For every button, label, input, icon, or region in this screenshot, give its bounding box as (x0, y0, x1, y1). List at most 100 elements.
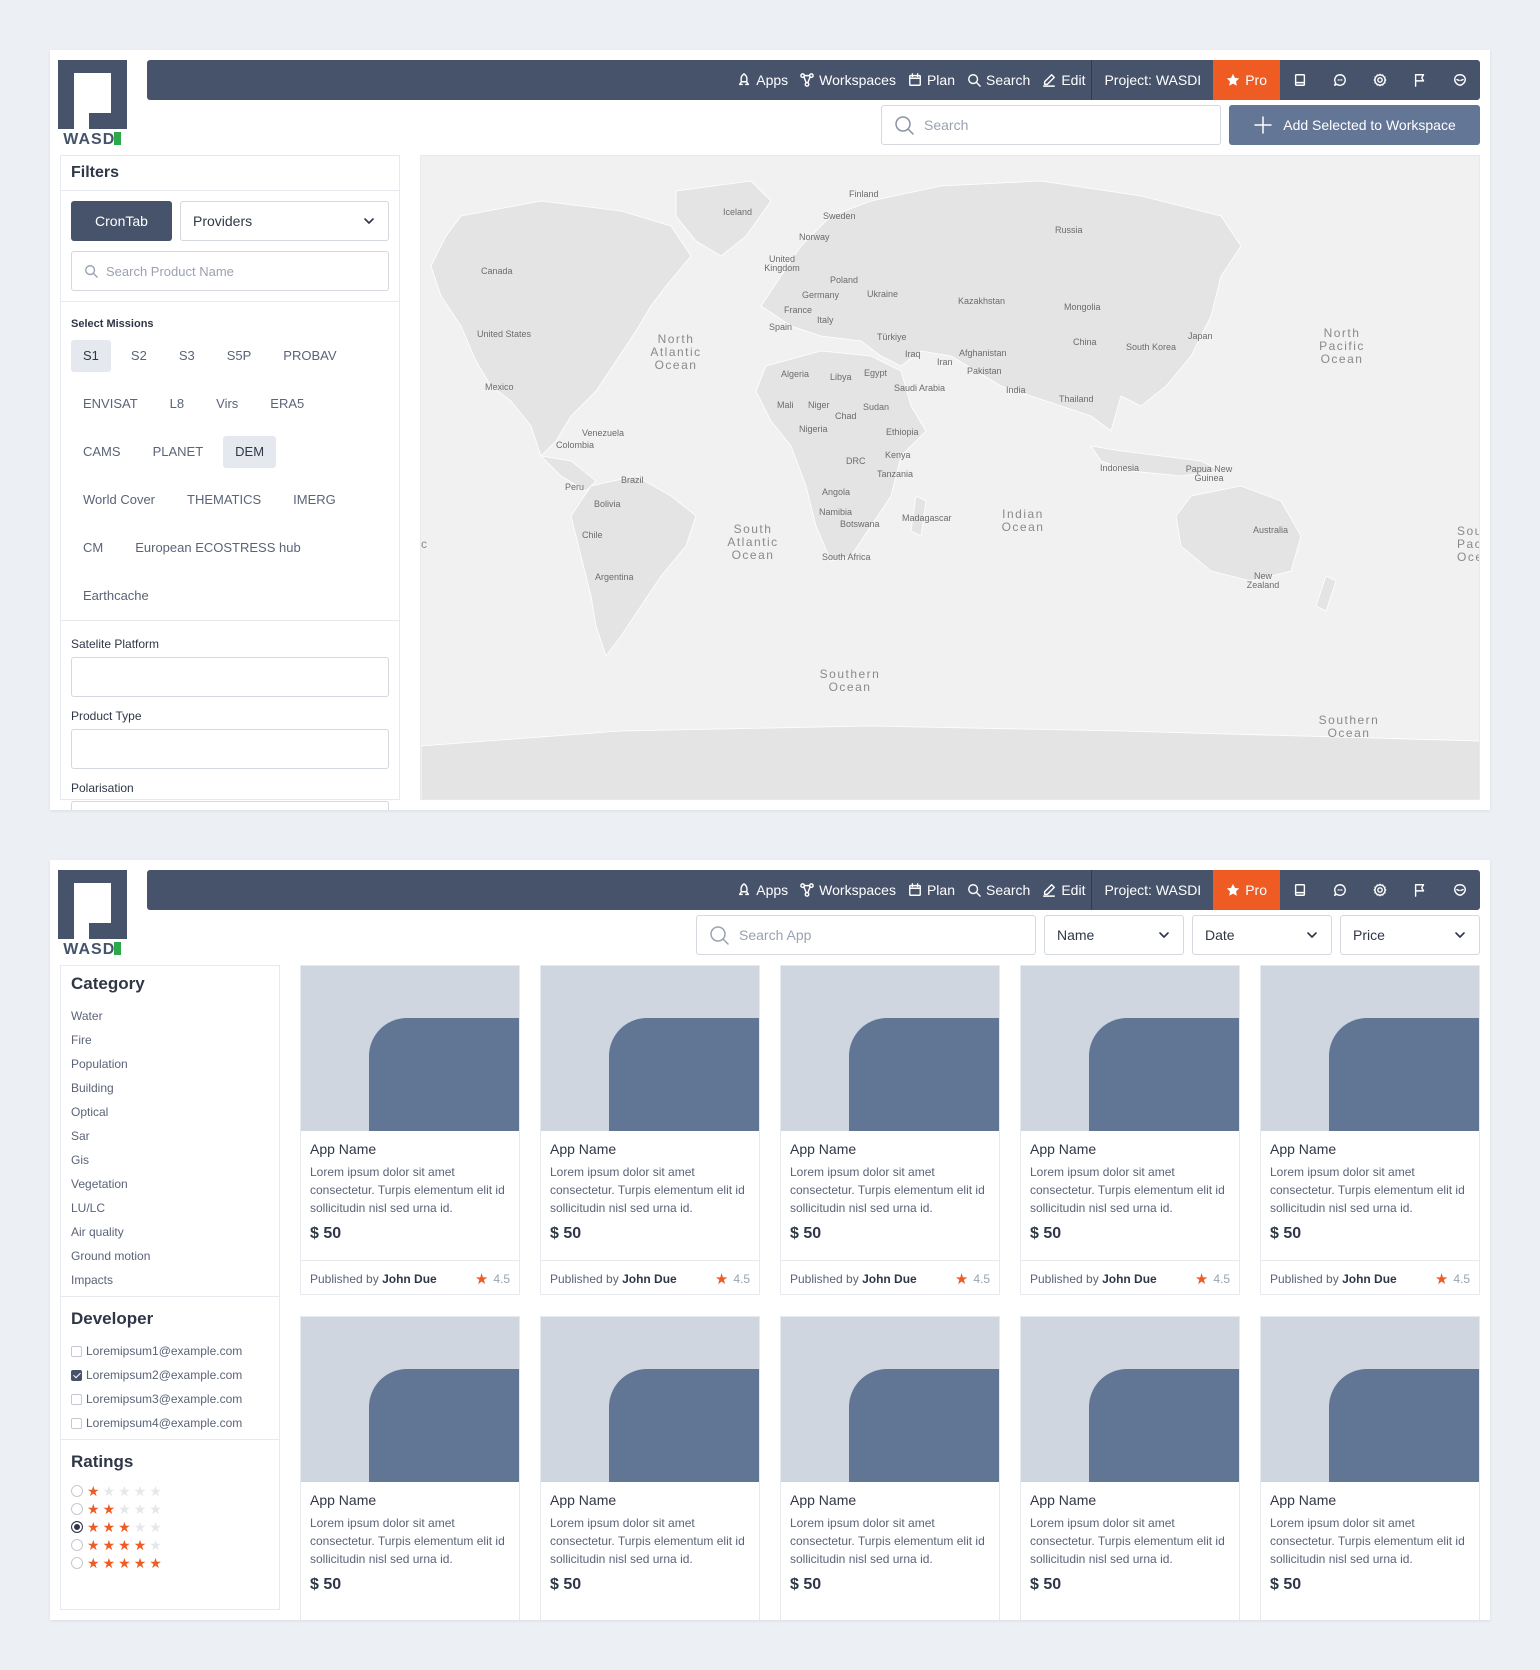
nav-docs[interactable] (1280, 60, 1320, 100)
radio[interactable] (71, 1557, 83, 1569)
radio[interactable] (71, 1485, 83, 1497)
mission-chip[interactable]: S3 (167, 340, 207, 372)
mission-chip[interactable]: THEMATICS (175, 484, 273, 516)
nav-profile[interactable] (1440, 870, 1480, 910)
nav-edit[interactable]: Edit (1036, 870, 1091, 910)
radio[interactable] (71, 1521, 83, 1533)
nav-apps[interactable]: Apps (731, 60, 794, 100)
category-item[interactable]: Sar (61, 1124, 279, 1148)
rating-option[interactable]: ★ ★ ★ ★ ★ (61, 1500, 279, 1518)
radio[interactable] (71, 1539, 83, 1551)
nav-workspaces[interactable]: Workspaces (794, 870, 902, 910)
mission-chip[interactable]: PROBAV (271, 340, 348, 372)
category-item[interactable]: Fire (61, 1028, 279, 1052)
mission-chip[interactable]: S1 (71, 340, 111, 372)
nav-edit[interactable]: Edit (1036, 60, 1091, 100)
checkbox[interactable] (71, 1393, 82, 1405)
mission-chip[interactable]: CM (71, 532, 115, 564)
category-item[interactable]: Impacts (61, 1268, 279, 1292)
sort-name-select[interactable]: Name (1044, 915, 1184, 955)
wasdi-logo[interactable]: WASDI (58, 870, 127, 956)
providers-select[interactable]: Providers (180, 201, 389, 241)
app-card[interactable]: App Name Lorem ipsum dolor sit amet conse… (540, 965, 760, 1295)
nav-flag[interactable] (1400, 870, 1440, 910)
nav-search[interactable]: Search (961, 60, 1036, 100)
app-card[interactable]: App Name Lorem ipsum dolor sit amet conse… (780, 965, 1000, 1295)
mission-chip[interactable]: ERA5 (258, 388, 316, 420)
checkbox[interactable] (71, 1369, 82, 1381)
app-card[interactable]: App Name Lorem ipsum dolor sit amet conse… (780, 1316, 1000, 1620)
satellite-platform-input[interactable] (71, 657, 389, 697)
app-card[interactable]: App Name Lorem ipsum dolor sit amet conse… (540, 1316, 760, 1620)
nav-workspaces[interactable]: Workspaces (794, 60, 902, 100)
crontab-button[interactable]: CronTab (71, 201, 172, 241)
mission-chip[interactable]: DEM (223, 436, 277, 468)
developer-option[interactable]: Loremipsum3@example.com (61, 1387, 279, 1411)
category-item[interactable]: Gis (61, 1148, 279, 1172)
developer-option[interactable]: Loremipsum4@example.com (61, 1411, 279, 1435)
category-item[interactable]: Building (61, 1076, 279, 1100)
rating-option[interactable]: ★ ★ ★ ★ ★ (61, 1554, 279, 1572)
nav-apps[interactable]: Apps (731, 870, 794, 910)
mission-chip[interactable]: Virs (204, 388, 250, 420)
category-item[interactable]: Optical (61, 1100, 279, 1124)
developer-option[interactable]: Loremipsum2@example.com (61, 1363, 279, 1387)
app-card[interactable]: App Name Lorem ipsum dolor sit amet conse… (1260, 1316, 1480, 1620)
divider (61, 620, 399, 621)
polarisation-input[interactable] (71, 801, 389, 810)
add-selected-to-workspace-button[interactable]: Add Selected to Workspace (1229, 105, 1480, 145)
nav-pro[interactable]: Pro (1213, 870, 1280, 910)
mission-chip[interactable]: S5P (215, 340, 264, 372)
nav-project[interactable]: Project: WASDI (1092, 870, 1213, 910)
checkbox[interactable] (71, 1417, 82, 1429)
sort-date-select[interactable]: Date (1192, 915, 1332, 955)
nav-settings[interactable] (1360, 60, 1400, 100)
category-item[interactable]: Air quality (61, 1220, 279, 1244)
search-app-input[interactable]: Search App (696, 915, 1036, 955)
rating-option[interactable]: ★ ★ ★ ★ ★ (61, 1536, 279, 1554)
sort-price-select[interactable]: Price (1340, 915, 1480, 955)
mission-chip[interactable]: L8 (158, 388, 196, 420)
product-name-search[interactable]: Search Product Name (71, 251, 389, 291)
mission-chip[interactable]: European ECOSTRESS hub (123, 532, 312, 564)
rating-option[interactable]: ★ ★ ★ ★ ★ (61, 1518, 279, 1536)
mission-chip[interactable]: CAMS (71, 436, 133, 468)
nav-docs[interactable] (1280, 870, 1320, 910)
checkbox[interactable] (71, 1345, 82, 1357)
app-card[interactable]: App Name Lorem ipsum dolor sit amet conse… (1260, 965, 1480, 1295)
category-item[interactable]: Vegetation (61, 1172, 279, 1196)
nav-pro[interactable]: Pro (1213, 60, 1280, 100)
nav-flag[interactable] (1400, 60, 1440, 100)
nav-search[interactable]: Search (961, 870, 1036, 910)
nav-profile[interactable] (1440, 60, 1480, 100)
category-item[interactable]: LU/LC (61, 1196, 279, 1220)
thumbnail-shape (609, 1018, 759, 1131)
wasdi-logo[interactable]: WASDI (58, 60, 127, 146)
category-item[interactable]: Water (61, 1004, 279, 1028)
mission-chip[interactable]: World Cover (71, 484, 167, 516)
developer-option[interactable]: Loremipsum1@example.com (61, 1339, 279, 1363)
product-type-input[interactable] (71, 729, 389, 769)
mission-chip[interactable]: IMERG (281, 484, 348, 516)
mission-chip[interactable]: PLANET (141, 436, 216, 468)
nav-plan[interactable]: Plan (902, 60, 961, 100)
radio[interactable] (71, 1503, 83, 1515)
app-card[interactable]: App Name Lorem ipsum dolor sit amet conse… (300, 1316, 520, 1620)
app-card[interactable]: App Name Lorem ipsum dolor sit amet conse… (1020, 1316, 1240, 1620)
developer-title: Developer (71, 1309, 154, 1328)
category-item[interactable]: Population (61, 1052, 279, 1076)
global-search-input[interactable]: Search (881, 105, 1221, 145)
category-item[interactable]: Ground motion (61, 1244, 279, 1268)
app-card[interactable]: App Name Lorem ipsum dolor sit amet conse… (1020, 965, 1240, 1295)
nav-plan[interactable]: Plan (902, 870, 961, 910)
nav-project[interactable]: Project: WASDI (1092, 60, 1213, 100)
mission-chip[interactable]: S2 (119, 340, 159, 372)
world-map[interactable]: Finland Iceland Sweden Norway Russia Uni… (420, 155, 1480, 800)
mission-chip[interactable]: Earthcache (71, 580, 161, 612)
rating-option[interactable]: ★ ★ ★ ★ ★ (61, 1482, 279, 1500)
mission-chip[interactable]: ENVISAT (71, 388, 150, 420)
nav-chat[interactable] (1320, 60, 1360, 100)
nav-chat[interactable] (1320, 870, 1360, 910)
app-card[interactable]: App Name Lorem ipsum dolor sit amet conse… (300, 965, 520, 1295)
nav-settings[interactable] (1360, 870, 1400, 910)
